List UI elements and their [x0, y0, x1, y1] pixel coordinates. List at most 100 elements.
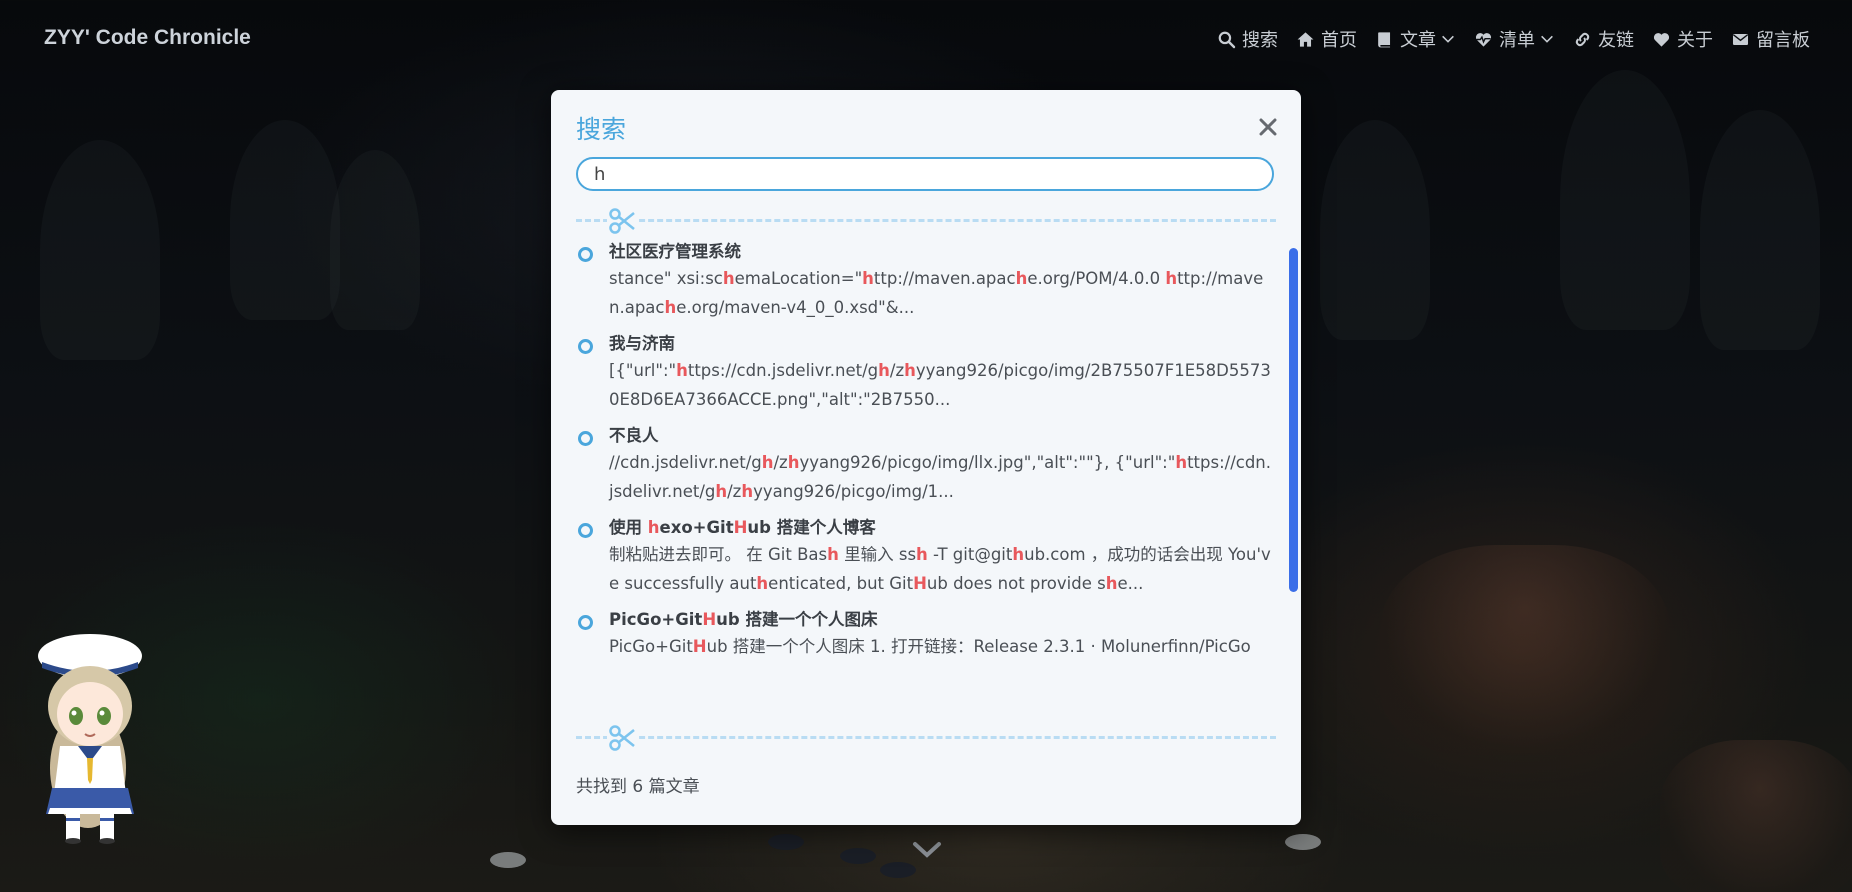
text-segment: /z: [727, 482, 742, 501]
text-segment: exo+Git: [659, 518, 734, 537]
text-segment: enticated, but Git: [768, 574, 914, 593]
search-input[interactable]: [576, 157, 1274, 191]
result-snippet: stance" xsi:schemaLocation="http://maven…: [609, 264, 1274, 322]
heart-icon: [1653, 32, 1670, 47]
results-scrollbar[interactable]: [1289, 248, 1299, 706]
nav-item-label: 关于: [1677, 30, 1713, 51]
match-highlight: H: [702, 610, 717, 629]
nav-item-guestbook[interactable]: 留言板: [1731, 26, 1810, 52]
nav-item-label: 搜索: [1242, 30, 1278, 51]
text-segment: ub does not provide s: [926, 574, 1106, 593]
text-segment: yyang926/picgo/img/1...: [753, 482, 954, 501]
top-navbar: ZYY' Code Chronicle 搜索 首页 文章 清单 友链 关于 留言…: [0, 0, 1852, 80]
search-result-item[interactable]: PicGo+GitHub 搭建一个个人图床 PicGo+GitHub 搭建一个个人…: [576, 608, 1274, 661]
nav-item-home[interactable]: 首页: [1296, 26, 1357, 52]
text-segment: ub 搭建一个个人图床: [716, 610, 878, 629]
text-segment: /z: [773, 453, 788, 472]
result-title-link[interactable]: PicGo+GitHub 搭建一个个人图床: [609, 608, 1274, 632]
chevron-down-icon: [1442, 35, 1454, 43]
search-icon: [1218, 31, 1236, 48]
result-snippet: //cdn.jsdelivr.net/gh/zhyyang926/picgo/i…: [609, 448, 1274, 506]
nav-item-label: 清单: [1499, 30, 1535, 51]
text-segment: ub 搭建个人博客: [747, 518, 876, 537]
result-snippet: [{"url":"https://cdn.jsdelivr.net/gh/zhy…: [609, 356, 1274, 414]
match-highlight: h: [664, 298, 677, 317]
search-results-list: 社区医疗管理系统 stance" xsi:schemaLocation="http…: [576, 240, 1274, 705]
result-snippet: 制粘贴进去即可。 在 Git Bash 里输入 ssh -T git@githu…: [609, 540, 1274, 598]
bullet-circle-icon: [578, 523, 593, 538]
scroll-down-chevron-icon[interactable]: [912, 840, 942, 860]
text-segment: 不良人: [609, 426, 659, 445]
modal-title: 搜索: [576, 115, 627, 144]
search-result-item[interactable]: 社区医疗管理系统 stance" xsi:schemaLocation="http…: [576, 240, 1274, 322]
match-highlight: h: [715, 482, 728, 501]
text-segment: e.org/POM/4.0.0: [1027, 269, 1166, 288]
match-highlight: h: [761, 453, 774, 472]
close-icon[interactable]: [1257, 116, 1279, 138]
text-segment: 制粘贴进去即可。 在 Git Bas: [609, 545, 828, 564]
text-segment: 我与济南: [609, 334, 675, 353]
text-segment: PicGo+Git: [609, 610, 703, 629]
nav-item-articles[interactable]: 文章: [1375, 26, 1456, 52]
result-snippet: PicGo+GitHub 搭建一个个人图床 1. 打开链接：Release 2.…: [609, 632, 1274, 661]
search-result-item[interactable]: 不良人//cdn.jsdelivr.net/gh/zhyyang926/picg…: [576, 424, 1274, 506]
text-segment: e.org/maven-v4_0_0.xsd"&...: [676, 298, 915, 317]
match-highlight: h: [756, 574, 769, 593]
match-highlight: h: [916, 545, 928, 564]
bullet-circle-icon: [578, 339, 593, 354]
book-icon: [1378, 31, 1391, 47]
match-highlight: h: [878, 361, 890, 380]
text-segment: ttp://maven.apac: [873, 269, 1016, 288]
nav-menu: 搜索 首页 文章 清单 友链 关于 留言板: [1199, 26, 1810, 52]
bullet-circle-icon: [578, 615, 593, 630]
nav-item-label: 文章: [1400, 30, 1436, 51]
result-count: 共找到 6 篇文章: [576, 777, 700, 797]
nav-item-search[interactable]: 搜索: [1217, 26, 1278, 52]
site-brand[interactable]: ZYY' Code Chronicle: [44, 26, 251, 50]
scissors-icon: [607, 207, 637, 235]
nav-item-label: 首页: [1321, 30, 1357, 51]
bullet-circle-icon: [578, 431, 593, 446]
match-highlight: h: [741, 482, 754, 501]
nav-item-label: 留言板: [1756, 30, 1810, 51]
match-highlight: h: [1012, 545, 1025, 564]
search-result-item[interactable]: 我与济南 [{"url":"https://cdn.jsdelivr.net/gh…: [576, 332, 1274, 414]
match-highlight: h: [1105, 574, 1118, 593]
match-highlight: h: [676, 361, 688, 380]
heartbeat-icon: [1475, 32, 1492, 47]
result-title-link[interactable]: 社区医疗管理系统: [609, 240, 1274, 264]
result-title-link[interactable]: 使用 hexo+GitHub 搭建个人博客: [609, 516, 1274, 540]
search-modal: 搜索 社区医疗管理系统stance" xsi:schemaLocation="h…: [551, 90, 1301, 825]
text-segment: yyang926/picgo/img/llx.jpg","alt":""}, {…: [799, 453, 1176, 472]
match-highlight: H: [733, 518, 748, 537]
text-segment: PicGo+Git: [609, 637, 693, 656]
match-highlight: h: [722, 269, 735, 288]
search-result-item[interactable]: 使用 hexo+GitHub 搭建个人博客 制粘贴进去即可。 在 Git Bash…: [576, 516, 1274, 598]
text-segment: [{"url":": [609, 361, 677, 380]
nav-item-friends[interactable]: 友链: [1573, 26, 1634, 52]
text-segment: ub 搭建一个个人图床 1. 打开链接：Release 2.3.1 · Molu…: [706, 637, 1251, 656]
scissors-icon: [607, 724, 637, 752]
bullet-circle-icon: [578, 247, 593, 262]
match-highlight: h: [647, 518, 660, 537]
text-segment: 使用: [609, 518, 648, 537]
text-segment: stance" xsi:sc: [609, 269, 723, 288]
scrollbar-thumb[interactable]: [1289, 248, 1298, 592]
divider: [576, 219, 1276, 222]
chevron-down-icon: [1541, 35, 1553, 43]
result-title-link[interactable]: 我与济南: [609, 332, 1274, 356]
home-icon: [1297, 31, 1314, 47]
envelope-icon: [1732, 33, 1749, 45]
nav-item-about[interactable]: 关于: [1652, 26, 1713, 52]
text-segment: e...: [1117, 574, 1144, 593]
match-highlight: h: [862, 269, 874, 288]
match-highlight: h: [1165, 269, 1178, 288]
text-segment: ttps://cdn.jsdelivr.net/g: [687, 361, 879, 380]
nav-item-lists[interactable]: 清单: [1474, 26, 1555, 52]
match-highlight: h: [787, 453, 800, 472]
match-highlight: H: [913, 574, 927, 593]
match-highlight: H: [692, 637, 707, 656]
result-title-link[interactable]: 不良人: [609, 424, 1274, 448]
text-segment: //cdn.jsdelivr.net/g: [609, 453, 762, 472]
mascot-character[interactable]: [30, 618, 160, 844]
